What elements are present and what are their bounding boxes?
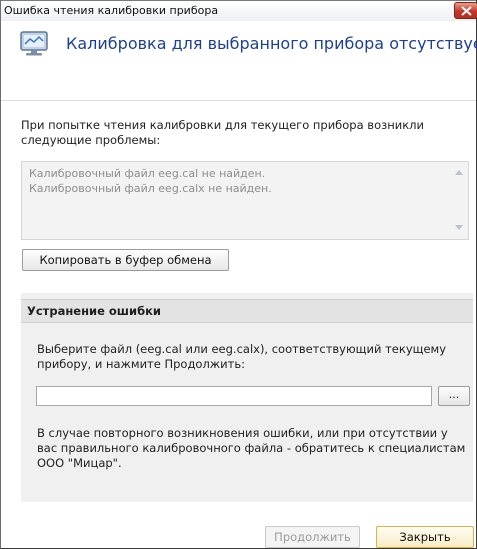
monitor-warning-icon <box>20 31 48 56</box>
dialog-header: Калибровка для выбранного прибора отсутс… <box>1 21 477 97</box>
file-path-input[interactable] <box>36 386 432 406</box>
window-close-button[interactable] <box>454 2 477 19</box>
fix-section: Устранение ошибки Выберите файл (eeg.cal… <box>21 293 473 502</box>
problems-log[interactable]: Калибровочный файл eeg.cal не найден. Ка… <box>21 161 469 240</box>
close-icon <box>461 6 472 16</box>
close-button[interactable]: Закрыть <box>376 526 474 548</box>
fix-section-header: Устранение ошибки <box>21 299 473 323</box>
log-line: Калибровочный файл eeg.cal не найден. <box>29 167 266 180</box>
header-title: Калибровка для выбранного прибора отсутс… <box>66 34 477 53</box>
fix-section-title: Устранение ошибки <box>27 304 161 318</box>
title-bar[interactable]: Ошибка чтения калибровки прибора <box>1 0 477 21</box>
scroll-up-arrow-icon[interactable] <box>455 170 463 175</box>
header-divider <box>1 100 476 101</box>
scroll-down-arrow-icon[interactable] <box>455 225 463 230</box>
copy-to-clipboard-button[interactable]: Копировать в буфер обмена <box>22 249 229 271</box>
problems-intro: При попытке чтения калибровки для текуще… <box>21 118 424 147</box>
fix-help-text: В случае повторного возникновения ошибки… <box>37 426 466 470</box>
log-line: Калибровочный файл eeg.calx не найден. <box>29 182 272 195</box>
browse-button[interactable]: ... <box>438 386 470 406</box>
continue-button[interactable]: Продолжить <box>265 526 360 548</box>
calibration-error-dialog: Ошибка чтения калибровки прибора Калибро… <box>0 0 477 549</box>
fix-instruction: Выберите файл (eeg.cal или eeg.calx), со… <box>37 342 447 371</box>
window-title: Ошибка чтения калибровки прибора <box>4 4 219 17</box>
